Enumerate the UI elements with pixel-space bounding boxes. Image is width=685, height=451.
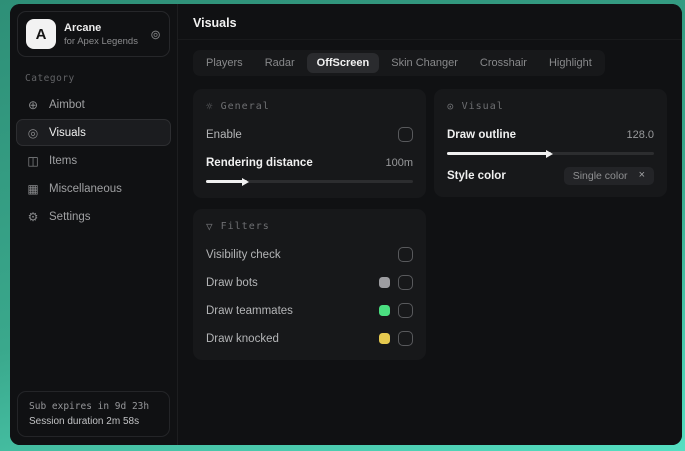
sidebar-nav: ⊕ Aimbot ◎ Visuals ◫ Items ▦ Miscellaneo… — [10, 91, 177, 230]
tab-skin-changer[interactable]: Skin Changer — [381, 53, 468, 73]
slider-fill — [447, 152, 551, 155]
category-label: Category — [25, 73, 75, 84]
tab-radar[interactable]: Radar — [255, 53, 305, 73]
tab-offscreen[interactable]: OffScreen — [306, 53, 380, 73]
sidebar-item-label: Aimbot — [49, 98, 85, 111]
crosshair-icon: ⊕ — [27, 97, 39, 112]
session-duration-text: Session duration 2m 58s — [29, 416, 140, 427]
draw-teammates-label: Draw teammates — [206, 304, 293, 317]
sidebar-item-label: Items — [49, 154, 78, 167]
sun-icon: ☼ — [206, 100, 214, 113]
rendering-distance-value: 100m — [385, 156, 413, 169]
draw-teammates-color-swatch[interactable] — [379, 305, 390, 316]
style-color-selected-value: Single color — [572, 169, 628, 182]
style-color-label: Style color — [447, 169, 506, 182]
subscription-info-card: Sub expires in 9d 23h Session duration 2… — [17, 391, 170, 437]
gear-icon: ⚙ — [27, 209, 39, 224]
draw-knocked-checkbox[interactable] — [398, 331, 413, 346]
draw-knocked-label: Draw knocked — [206, 332, 279, 345]
draw-outline-value: 128.0 — [626, 128, 654, 141]
draw-bots-color-swatch[interactable] — [379, 277, 390, 288]
target-icon[interactable]: ⊚ — [150, 28, 161, 41]
close-icon[interactable]: × — [639, 170, 645, 181]
sidebar-item-label: Miscellaneous — [49, 182, 122, 195]
sidebar-item-visuals[interactable]: ◎ Visuals — [16, 119, 171, 146]
slider-fill — [206, 180, 248, 183]
app-subtitle: for Apex Legends — [64, 35, 138, 47]
sidebar-item-settings[interactable]: ⚙ Settings — [16, 203, 171, 230]
sidebar-item-aimbot[interactable]: ⊕ Aimbot — [16, 91, 171, 118]
sidebar-item-miscellaneous[interactable]: ▦ Miscellaneous — [16, 175, 171, 202]
general-panel: ☼ General Enable Rendering distance 100m — [193, 89, 426, 198]
tab-players[interactable]: Players — [196, 53, 253, 73]
draw-knocked-color-swatch[interactable] — [379, 333, 390, 344]
rendering-distance-slider[interactable] — [206, 180, 413, 183]
app-title: Arcane — [64, 21, 102, 34]
grid-icon: ▦ — [27, 181, 39, 196]
tab-strip: Players Radar OffScreen Skin Changer Cro… — [193, 50, 605, 76]
sidebar-item-label: Settings — [49, 210, 91, 223]
sidebar-item-items[interactable]: ◫ Items — [16, 147, 171, 174]
enable-label: Enable — [206, 128, 242, 141]
orbit-icon: ◎ — [27, 125, 39, 140]
box-icon: ◫ — [27, 153, 39, 168]
visibility-check-label: Visibility check — [206, 248, 281, 261]
draw-outline-label: Draw outline — [447, 128, 517, 141]
page-title: Visuals — [193, 16, 237, 30]
sidebar-item-label: Visuals — [49, 126, 86, 139]
main-header: Visuals — [178, 4, 682, 40]
style-color-dropdown[interactable]: Single color × — [563, 166, 654, 185]
content: ☼ General Enable Rendering distance 100m — [178, 76, 682, 373]
draw-bots-checkbox[interactable] — [398, 275, 413, 290]
enable-checkbox[interactable] — [398, 127, 413, 142]
funnel-icon: ▽ — [206, 220, 214, 233]
sidebar: A Arcane for Apex Legends ⊚ Category ⊕ A… — [10, 4, 178, 445]
general-panel-title: General — [220, 101, 270, 112]
tab-crosshair[interactable]: Crosshair — [470, 53, 537, 73]
draw-teammates-checkbox[interactable] — [398, 303, 413, 318]
filters-panel: ▽ Filters Visibility check Draw bots Dra… — [193, 209, 426, 360]
logo-card: A Arcane for Apex Legends ⊚ — [17, 11, 170, 57]
app-window: A Arcane for Apex Legends ⊚ Category ⊕ A… — [10, 4, 682, 445]
visual-panel: ⊙ Visual Draw outline 128.0 Style color … — [434, 89, 667, 197]
visual-panel-title: Visual — [461, 101, 504, 112]
filters-panel-title: Filters — [220, 221, 270, 232]
tab-highlight[interactable]: Highlight — [539, 53, 602, 73]
rendering-distance-label: Rendering distance — [206, 156, 313, 169]
app-logo: A — [26, 19, 56, 49]
visibility-check-checkbox[interactable] — [398, 247, 413, 262]
sub-expiry-text: Sub expires in 9d 23h — [29, 401, 150, 412]
draw-outline-slider[interactable] — [447, 152, 654, 155]
draw-bots-label: Draw bots — [206, 276, 258, 289]
main-area: Visuals Players Radar OffScreen Skin Cha… — [178, 4, 682, 445]
eye-icon: ⊙ — [447, 100, 455, 113]
